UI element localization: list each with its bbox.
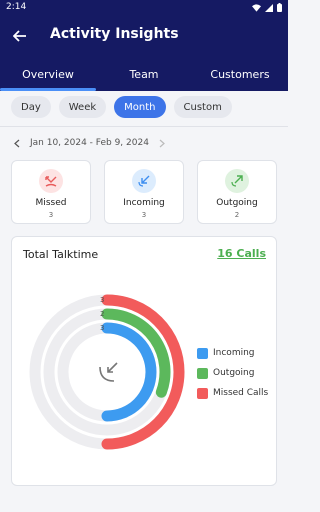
- filter-custom[interactable]: Custom: [173, 96, 232, 118]
- filter-day[interactable]: Day: [11, 96, 51, 118]
- ring-label-inner: 3: [100, 324, 105, 332]
- tab-customers[interactable]: Customers: [192, 56, 288, 91]
- outgoing-count: 2: [234, 211, 240, 219]
- talktime-title: Total Talktime: [23, 248, 99, 261]
- tab-overview[interactable]: Overview: [0, 56, 96, 91]
- date-range-label: Jan 10, 2024 - Feb 9, 2024: [30, 138, 149, 148]
- ring-label-outer: 3: [100, 296, 105, 304]
- filter-month[interactable]: Month: [114, 96, 166, 118]
- prev-range-button[interactable]: [12, 138, 22, 148]
- incoming-call-icon: [132, 169, 156, 193]
- chart-legend: Incoming Outgoing Missed Calls: [197, 343, 268, 403]
- summary-cards: Missed 3 Incoming 3 Outgoing 2: [11, 160, 277, 224]
- date-range-row: Jan 10, 2024 - Feb 9, 2024: [12, 138, 167, 148]
- app-bar: Activity Insights: [0, 16, 288, 56]
- legend-swatch: [197, 347, 208, 359]
- missed-call-icon: [39, 169, 63, 193]
- signal-icon: [265, 3, 273, 12]
- back-button[interactable]: [10, 26, 30, 46]
- missed-count: 3: [48, 211, 54, 219]
- outgoing-call-icon: [225, 169, 249, 193]
- radial-chart: [29, 294, 185, 450]
- incoming-count: 3: [141, 211, 147, 219]
- legend-item-outgoing: Outgoing: [197, 363, 268, 383]
- phone-incoming-icon: [99, 362, 118, 382]
- navigation-bar: [0, 498, 288, 512]
- chevron-left-icon: [14, 139, 20, 147]
- legend-label: Incoming: [213, 348, 255, 358]
- wifi-icon: [252, 3, 261, 12]
- page-title: Activity Insights: [50, 26, 179, 42]
- tab-bar: Overview Team Customers: [0, 56, 288, 91]
- legend-item-incoming: Incoming: [197, 343, 268, 363]
- tab-team[interactable]: Team: [96, 56, 192, 91]
- period-filters: Day Week Month Custom: [11, 96, 232, 118]
- calls-link[interactable]: 16 Calls: [217, 247, 266, 260]
- missed-card[interactable]: Missed 3: [11, 160, 91, 224]
- next-range-button[interactable]: [157, 138, 167, 148]
- system-icons: [252, 3, 282, 12]
- legend-label: Outgoing: [213, 368, 255, 378]
- incoming-card[interactable]: Incoming 3: [104, 160, 184, 224]
- legend-item-missed: Missed Calls: [197, 383, 268, 403]
- legend-label: Missed Calls: [213, 388, 269, 398]
- outgoing-card[interactable]: Outgoing 2: [197, 160, 277, 224]
- talktime-panel: Total Talktime 16 Calls 3 2 3 Incoming O…: [11, 236, 277, 486]
- filter-week[interactable]: Week: [58, 96, 107, 118]
- incoming-label: Incoming: [123, 198, 165, 208]
- legend-swatch: [197, 387, 208, 399]
- arrow-left-icon: [13, 30, 26, 42]
- divider: [0, 126, 288, 127]
- outgoing-label: Outgoing: [216, 198, 258, 208]
- missed-label: Missed: [35, 198, 67, 208]
- status-time: 2:14: [6, 2, 27, 12]
- chevron-right-icon: [159, 139, 165, 147]
- status-bar: 2:14: [0, 0, 288, 16]
- ring-label-middle: 2: [100, 310, 105, 318]
- radial-bar-incoming: [101, 322, 157, 422]
- battery-icon: [277, 3, 282, 12]
- legend-swatch: [197, 367, 208, 379]
